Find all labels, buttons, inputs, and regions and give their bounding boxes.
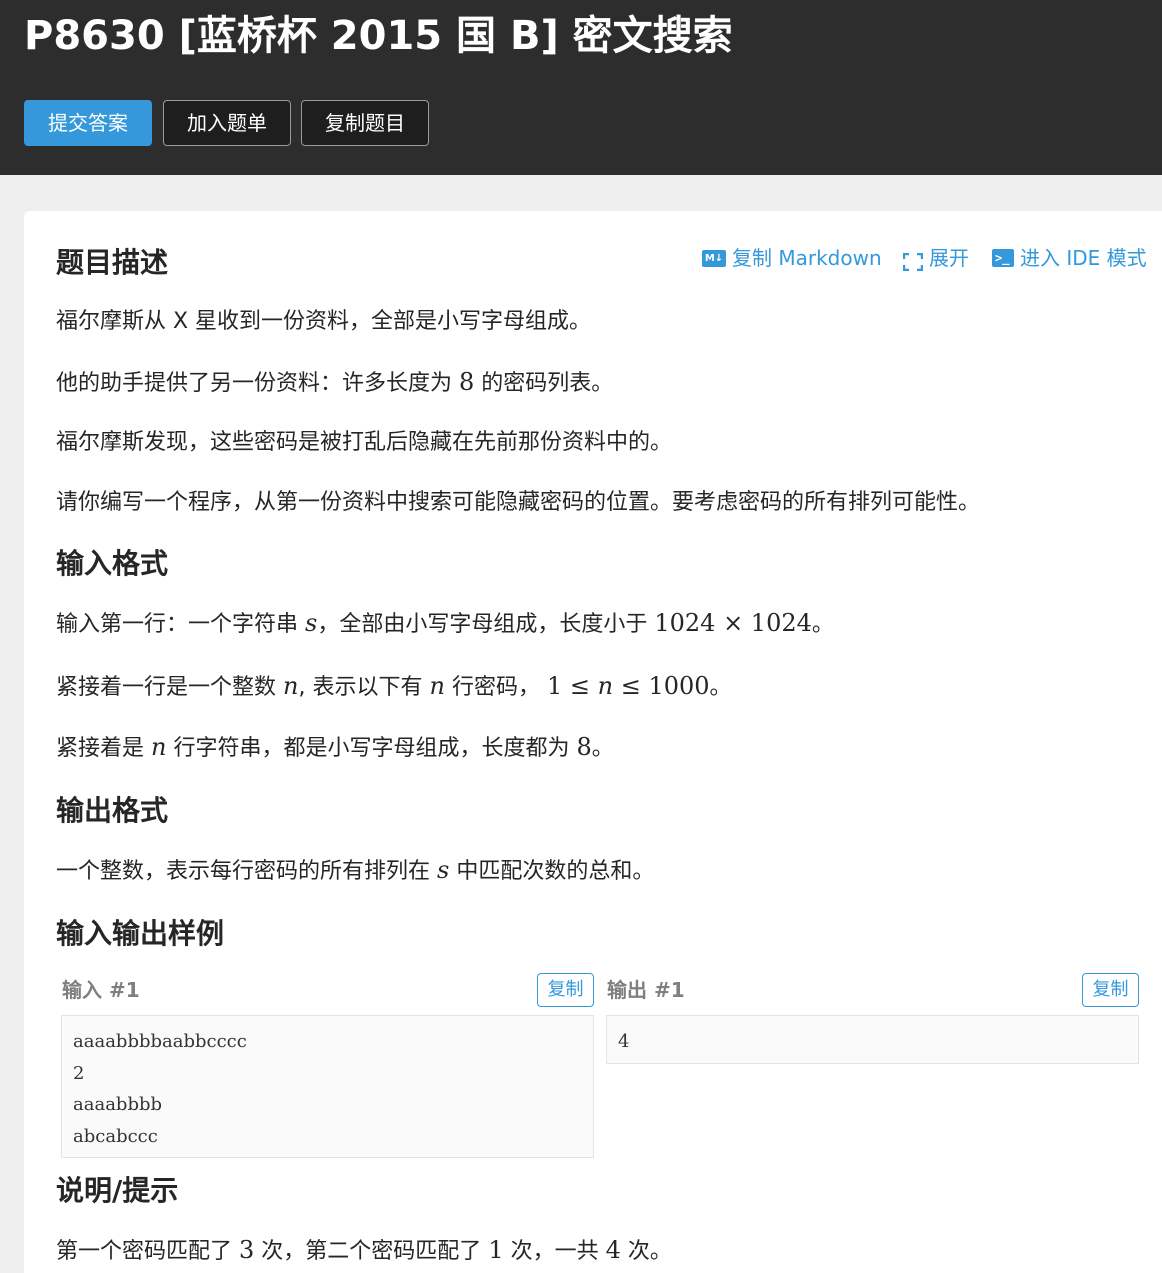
add-to-list-button[interactable]: 加入题单 <box>163 100 291 146</box>
problem-header: P8630 [蓝桥杯 2015 国 B] 密文搜索 提交答案 加入题单 复制题目 <box>0 0 1162 175</box>
expand-link[interactable]: 展开 <box>902 243 969 273</box>
copy-markdown-link[interactable]: M↓ 复制 Markdown <box>702 243 882 273</box>
hint-heading: 说明/提示 <box>56 1174 179 1207</box>
expand-label: 展开 <box>929 246 969 270</box>
ide-mode-label: 进入 IDE 模式 <box>1020 246 1147 270</box>
description-p3: 福尔摩斯发现，这些密码是被打乱后隐藏在先前那份资料中的。 <box>56 430 673 455</box>
sample-input-line: aaaabbbbaabbcccc <box>73 1031 247 1052</box>
text-span: 次。 <box>627 1239 672 1264</box>
text-span: 的密码列表。 <box>481 371 614 396</box>
expand-icon <box>902 249 924 272</box>
submit-answer-button[interactable]: 提交答案 <box>24 100 152 146</box>
ide-mode-link[interactable]: >_ 进入 IDE 模式 <box>992 243 1147 273</box>
text-span: 中匹配次数的总和。 <box>456 859 655 884</box>
input-format-line3: 紧接着是 n 行字符串，都是小写字母组成，长度都为 8。 <box>56 732 614 764</box>
description-p4: 请你编写一个程序，从第一份资料中搜索可能隐藏密码的位置。要考虑密码的所有排列可能… <box>56 490 981 515</box>
text-span: 他的助手提供了另一份资料：许多长度为 <box>56 371 453 396</box>
math-expression: ≤ 1000 <box>613 672 710 700</box>
text-span: 次，一共 <box>510 1239 599 1264</box>
description-p2: 他的助手提供了另一份资料：许多长度为 8 的密码列表。 <box>56 367 613 399</box>
text-span: 紧接着一行是一个整数 <box>56 675 277 700</box>
text-span: 行字符串，都是小写字母组成，长度都为 <box>173 736 570 761</box>
text-span: 。 <box>591 736 614 761</box>
copy-input-button[interactable]: 复制 <box>537 973 594 1007</box>
math-number: 4 <box>605 1236 621 1264</box>
math-expression: 1 ≤ <box>546 672 598 700</box>
copy-markdown-label: 复制 Markdown <box>732 246 882 270</box>
sample-output-box[interactable]: 4 <box>606 1015 1139 1064</box>
math-number: 3 <box>239 1236 255 1264</box>
math-number: 8 <box>459 368 475 396</box>
copy-output-button[interactable]: 复制 <box>1082 973 1139 1007</box>
text-span: 次，第二个密码匹配了 <box>261 1239 482 1264</box>
text-span: 行密码， <box>451 675 540 700</box>
math-expression: 1024 × 1024 <box>654 609 812 637</box>
math-var: s <box>305 609 318 637</box>
sample-input-line: aaaabbbb <box>73 1094 163 1115</box>
input-format-line2: 紧接着一行是一个整数 n, 表示以下有 n 行密码， 1 ≤ n ≤ 1000。 <box>56 671 732 703</box>
description-p1: 福尔摩斯从 X 星收到一份资料，全部是小写字母组成。 <box>56 309 592 334</box>
text-span: 第一个密码匹配了 <box>56 1239 233 1264</box>
output-format-line1: 一个整数，表示每行密码的所有排列在 s 中匹配次数的总和。 <box>56 855 654 887</box>
copy-problem-button[interactable]: 复制题目 <box>301 100 429 146</box>
math-number: 1 <box>488 1236 504 1264</box>
sample-output-line: 4 <box>618 1031 630 1052</box>
sample-input-label: 输入 #1 <box>62 978 140 1002</box>
description-heading: 题目描述 <box>56 246 169 279</box>
math-var: n <box>283 672 299 700</box>
text-span: ，全部由小写字母组成，长度小于 <box>317 612 648 637</box>
terminal-icon: >_ <box>992 249 1014 267</box>
output-format-heading: 输出格式 <box>56 794 169 827</box>
math-number: 8 <box>576 733 592 761</box>
math-var: n <box>597 672 614 700</box>
text-span: 紧接着是 <box>56 736 145 761</box>
markdown-icon: M↓ <box>702 249 726 267</box>
sample-input-box[interactable]: aaaabbbbaabbcccc 2 aaaabbbb abcabccc <box>61 1015 594 1158</box>
sample-input-line: abcabccc <box>73 1125 158 1147</box>
input-format-line1: 输入第一行：一个字符串 s，全部由小写字母组成，长度小于 1024 × 1024… <box>56 608 834 640</box>
math-var: n <box>151 733 167 761</box>
text-span: 。 <box>709 675 732 700</box>
sample-input-line: 2 <box>73 1062 85 1084</box>
page-title: P8630 [蓝桥杯 2015 国 B] 密文搜索 <box>24 13 733 59</box>
math-var: n <box>429 672 445 700</box>
text-span: 输入第一行：一个字符串 <box>56 612 299 637</box>
text-span: , 表示以下有 <box>298 675 423 700</box>
math-var: s <box>437 856 450 884</box>
input-format-heading: 输入格式 <box>56 547 169 580</box>
hint-line1: 第一个密码匹配了 3 次，第二个密码匹配了 1 次，一共 4 次。 <box>56 1235 672 1267</box>
samples-heading: 输入输出样例 <box>56 917 225 950</box>
text-span: 一个整数，表示每行密码的所有排列在 <box>56 859 431 884</box>
text-span: 。 <box>811 612 834 637</box>
sample-output-label: 输出 #1 <box>607 978 685 1002</box>
